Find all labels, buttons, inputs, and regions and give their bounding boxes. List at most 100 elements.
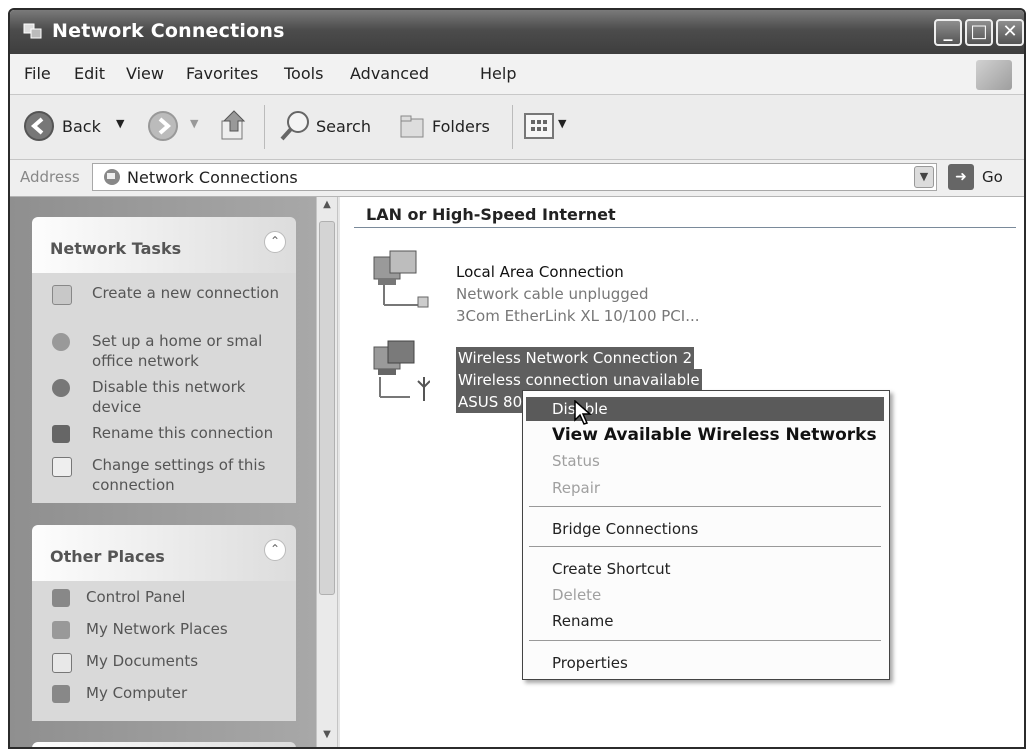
menu-tools[interactable]: Tools [284,64,323,83]
menu-delete-label: Delete [552,586,602,604]
folders-icon[interactable] [398,113,426,141]
back-dropdown-icon[interactable]: ▼ [116,117,124,130]
lan-connection-icon[interactable] [370,249,430,315]
network-tasks-body: Create a new connection Set up a home or… [32,273,296,503]
network-connections-window: Network Connections _ □ ✕ File Edit View… [8,8,1026,749]
details-panel-header[interactable] [32,742,296,747]
address-label: Address [20,168,80,186]
network-tasks-header[interactable]: Network Tasks ⌃ [32,217,296,273]
menu-status: Status [526,449,884,473]
scroll-down-icon[interactable]: ▼ [318,729,336,747]
connection-status: Wireless connection unavailable [456,369,702,391]
back-arrow-icon[interactable] [24,111,54,141]
menu-file[interactable]: File [24,64,51,83]
menu-view[interactable]: View [126,64,164,83]
forward-arrow-icon[interactable] [148,111,178,141]
menu-properties-label: Properties [552,654,628,672]
toolbar: Back ▼ ▼ Search Folders ▼ [10,95,1024,160]
task-label: Create a new connection [92,284,279,302]
menu-properties[interactable]: Properties [526,651,884,675]
menu-separator [529,546,881,547]
title-bar: Network Connections _ □ ✕ [10,10,1024,54]
address-value: Network Connections [127,168,298,187]
collapse-chevron-icon[interactable]: ⌃ [264,231,286,253]
place-label: Control Panel [86,588,186,606]
wireless-connection-icon[interactable] [370,337,430,403]
address-bar: Address Network Connections ▼ ➜ Go [10,160,1024,197]
lan-connection-item[interactable]: Local Area Connection Network cable unpl… [456,261,700,327]
close-button[interactable]: ✕ [996,19,1024,46]
other-places-header[interactable]: Other Places ⌃ [32,525,296,581]
menu-delete: Delete [526,583,884,607]
connection-device: 3Com EtherLink XL 10/100 PCI... [456,307,700,325]
views-icon[interactable] [524,113,554,139]
task-label: Change settings of this connection [92,456,266,494]
menu-bridge-connections[interactable]: Bridge Connections [526,517,884,541]
network-connections-icon [104,169,120,185]
group-title: LAN or High-Speed Internet [366,205,616,224]
forward-arrow-glyph-icon [158,117,172,135]
settings-icon [52,457,72,477]
task-pane-scrollbar[interactable]: ▲ ▼ [316,197,338,747]
home-network-icon [52,333,70,351]
mouse-cursor-icon [574,400,592,425]
context-menu: Disable View Available Wireless Networks… [522,390,890,680]
back-arrow-glyph-icon [30,117,44,135]
connection-status: Network cable unplugged [456,285,649,303]
folders-button-label[interactable]: Folders [432,117,490,136]
task-label: Rename this connection [92,424,274,442]
control-panel-icon [52,589,70,607]
window-title: Network Connections [52,20,285,42]
rename-icon [52,425,70,443]
menu-edit[interactable]: Edit [74,64,105,83]
menu-favorites[interactable]: Favorites [186,64,258,83]
place-label: My Documents [86,652,199,670]
go-arrow-icon[interactable]: ➜ [948,164,974,190]
back-button-label[interactable]: Back [62,117,101,136]
menu-advanced[interactable]: Advanced [350,64,429,83]
computer-icon [52,685,70,703]
address-field[interactable]: Network Connections ▼ [92,163,937,191]
scroll-up-icon[interactable]: ▲ [318,199,336,219]
menu-separator [529,506,881,507]
forward-dropdown-icon[interactable]: ▼ [190,117,198,130]
toolbar-separator [264,105,265,149]
collapse-chevron-icon[interactable]: ⌃ [264,539,286,561]
connection-name: Wireless Network Connection 2 [456,347,695,369]
menu-rename[interactable]: Rename [526,609,884,633]
menu-create-shortcut[interactable]: Create Shortcut [526,557,884,581]
network-tasks-title: Network Tasks [50,239,182,258]
menu-help[interactable]: Help [480,64,516,83]
search-icon[interactable] [278,109,312,143]
menu-bar: File Edit View Favorites Tools Advanced … [10,54,1024,95]
views-dropdown-icon[interactable]: ▼ [558,117,566,130]
maximize-button[interactable]: □ [965,19,993,46]
group-divider [354,227,1016,228]
minimize-button[interactable]: _ [934,19,962,46]
toolbar-separator [512,105,513,149]
windows-logo-icon [976,60,1012,90]
scroll-thumb[interactable] [319,221,335,595]
menu-repair-label: Repair [552,479,601,497]
menu-rename-label: Rename [552,612,614,630]
other-places-title: Other Places [50,547,165,566]
place-label: My Computer [86,684,188,702]
up-folder-icon[interactable] [218,109,250,143]
menu-view-available-wireless-networks[interactable]: View Available Wireless Networks [526,423,884,447]
menu-view-networks-label: View Available Wireless Networks [552,425,877,445]
views-grid-icon [531,120,547,131]
search-button-label[interactable]: Search [316,117,371,136]
network-connections-icon [23,23,42,39]
connection-device: ASUS 80 [456,391,525,413]
menu-repair: Repair [526,476,884,500]
menu-status-label: Status [552,452,600,470]
address-dropdown-icon[interactable]: ▼ [914,166,934,188]
menu-bridge-label: Bridge Connections [552,520,699,538]
other-places-body: Control Panel My Network Places My Docum… [32,581,296,721]
menu-create-shortcut-label: Create Shortcut [552,560,671,578]
new-connection-icon [52,285,72,305]
connection-name: Local Area Connection [456,263,624,281]
go-button-label[interactable]: Go [982,168,1003,186]
task-label: Set up a home or smal office network [92,332,263,370]
documents-icon [52,653,72,673]
